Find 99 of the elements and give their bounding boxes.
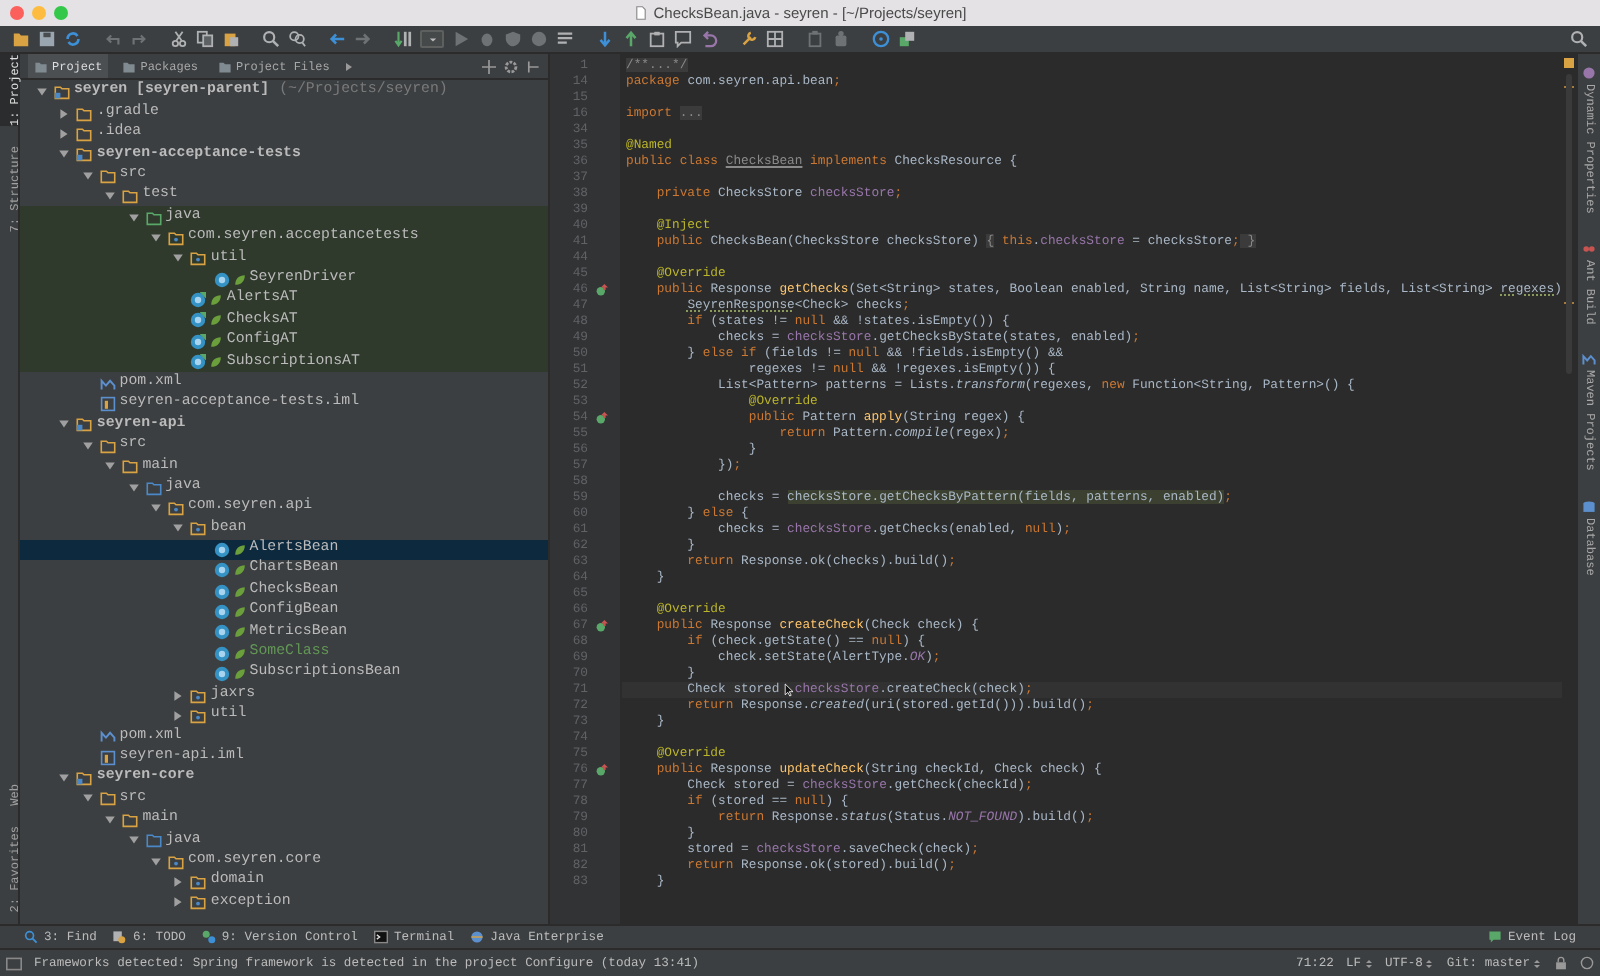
run-config-dropdown[interactable]	[420, 30, 444, 48]
package-icon	[190, 520, 207, 537]
folder-icon	[218, 59, 233, 73]
down-arrow-icon[interactable]	[394, 30, 412, 48]
caret-down-icon[interactable]	[150, 855, 162, 868]
gear-icon[interactable]	[504, 59, 518, 73]
squares-icon[interactable]	[898, 30, 916, 48]
speech-bubble-icon	[1487, 930, 1502, 944]
save-icon[interactable]	[38, 30, 56, 48]
panel-toggle-icon[interactable]	[6, 955, 22, 971]
circle-icon	[1582, 66, 1596, 80]
caret-right-icon[interactable]	[58, 127, 71, 140]
module-folder-icon	[54, 84, 70, 101]
clipboard-icon[interactable]	[222, 30, 240, 48]
circle-arrow-icon[interactable]	[596, 764, 608, 776]
search-icon	[24, 930, 38, 944]
search-replace-icon[interactable]	[288, 30, 306, 48]
close-button[interactable]	[10, 6, 24, 20]
class-icon	[213, 271, 230, 288]
bug-icon[interactable]	[478, 30, 496, 48]
file-icon	[633, 6, 648, 20]
caret-down-icon[interactable]	[58, 148, 71, 161]
maven-icon	[1582, 352, 1596, 367]
caret-down-icon[interactable]	[58, 418, 71, 431]
class-icon	[190, 312, 207, 329]
up-down-icon	[1532, 957, 1542, 969]
circle-icon[interactable]	[530, 30, 548, 48]
folder-icon	[122, 59, 137, 73]
circle-arrow-icon[interactable]	[596, 412, 608, 424]
caret-down-icon[interactable]	[127, 834, 140, 847]
database-icon	[1582, 499, 1596, 514]
caret-down-icon[interactable]	[104, 813, 117, 826]
package-icon	[190, 874, 207, 891]
caret-down-icon[interactable]	[150, 231, 162, 244]
list-icon[interactable]	[556, 30, 574, 48]
clipboard-icon[interactable]	[648, 30, 666, 48]
caret-down-icon[interactable]	[81, 439, 94, 452]
caret-right-icon[interactable]	[172, 709, 185, 722]
class-icon	[190, 292, 207, 309]
class-icon	[190, 354, 207, 371]
module-folder-icon	[76, 416, 93, 433]
circle-arrow-icon[interactable]	[596, 620, 608, 632]
speech-bubble-icon[interactable]	[674, 30, 692, 48]
globe-icon	[470, 930, 485, 944]
package-icon	[190, 250, 207, 267]
class-icon	[190, 333, 207, 350]
caret-down-icon[interactable]	[36, 86, 48, 99]
package-icon	[168, 500, 184, 516]
up-down-icon	[1363, 957, 1374, 969]
shield-icon[interactable]	[504, 30, 522, 48]
help-icon[interactable]	[872, 30, 890, 48]
checklist-icon	[112, 930, 127, 944]
forward-arrow-icon[interactable]	[354, 30, 372, 48]
caret-down-icon[interactable]	[150, 502, 162, 514]
vcs-icon	[201, 930, 216, 944]
scissors-icon[interactable]	[170, 30, 188, 48]
caret-down-icon[interactable]	[81, 169, 94, 182]
package-icon	[190, 707, 207, 724]
wrench-icon[interactable]	[740, 30, 758, 48]
caret-right-icon[interactable]	[58, 107, 71, 120]
caret-right-icon[interactable]	[172, 896, 185, 909]
circle-arrow-icon[interactable]	[596, 284, 608, 296]
device-icon[interactable]	[832, 30, 850, 48]
back-arrow-icon[interactable]	[328, 30, 346, 48]
sync-icon[interactable]	[64, 30, 82, 48]
up-arrow-icon[interactable]	[622, 30, 640, 48]
lock-icon[interactable]	[1554, 956, 1568, 970]
package-icon	[190, 894, 207, 911]
box-icon[interactable]	[806, 30, 824, 48]
down-arrow-icon[interactable]	[596, 30, 614, 48]
copy-icon[interactable]	[196, 30, 214, 48]
caret-down-icon[interactable]	[58, 772, 71, 785]
module-folder-icon	[76, 146, 93, 163]
file-icon	[99, 396, 116, 413]
caret-right-icon[interactable]	[172, 876, 185, 889]
terminal-icon	[373, 930, 388, 944]
package-icon	[168, 853, 184, 870]
module-folder-icon	[76, 770, 93, 787]
redo-icon[interactable]	[130, 30, 148, 48]
play-icon[interactable]	[452, 30, 470, 48]
caret-down-icon[interactable]	[104, 460, 117, 473]
file-icon	[99, 375, 116, 392]
undo-arrow-icon[interactable]	[700, 30, 718, 48]
search-icon[interactable]	[262, 30, 280, 48]
caret-down-icon[interactable]	[172, 522, 185, 535]
caret-right-icon[interactable]	[172, 689, 185, 702]
file-icon	[99, 749, 116, 766]
undo-icon[interactable]	[104, 30, 122, 48]
caret-down-icon[interactable]	[127, 481, 140, 494]
search-icon[interactable]	[1570, 30, 1588, 48]
caret-right-icon[interactable]	[343, 61, 354, 71]
crosshair-icon[interactable]	[482, 59, 496, 73]
package-icon	[190, 687, 207, 704]
file-icon	[99, 728, 116, 745]
pin-icon[interactable]	[526, 59, 540, 73]
caret-down-icon[interactable]	[81, 792, 94, 805]
grid-icon[interactable]	[766, 30, 784, 48]
package-icon	[168, 229, 184, 246]
up-down-icon	[1424, 957, 1435, 969]
